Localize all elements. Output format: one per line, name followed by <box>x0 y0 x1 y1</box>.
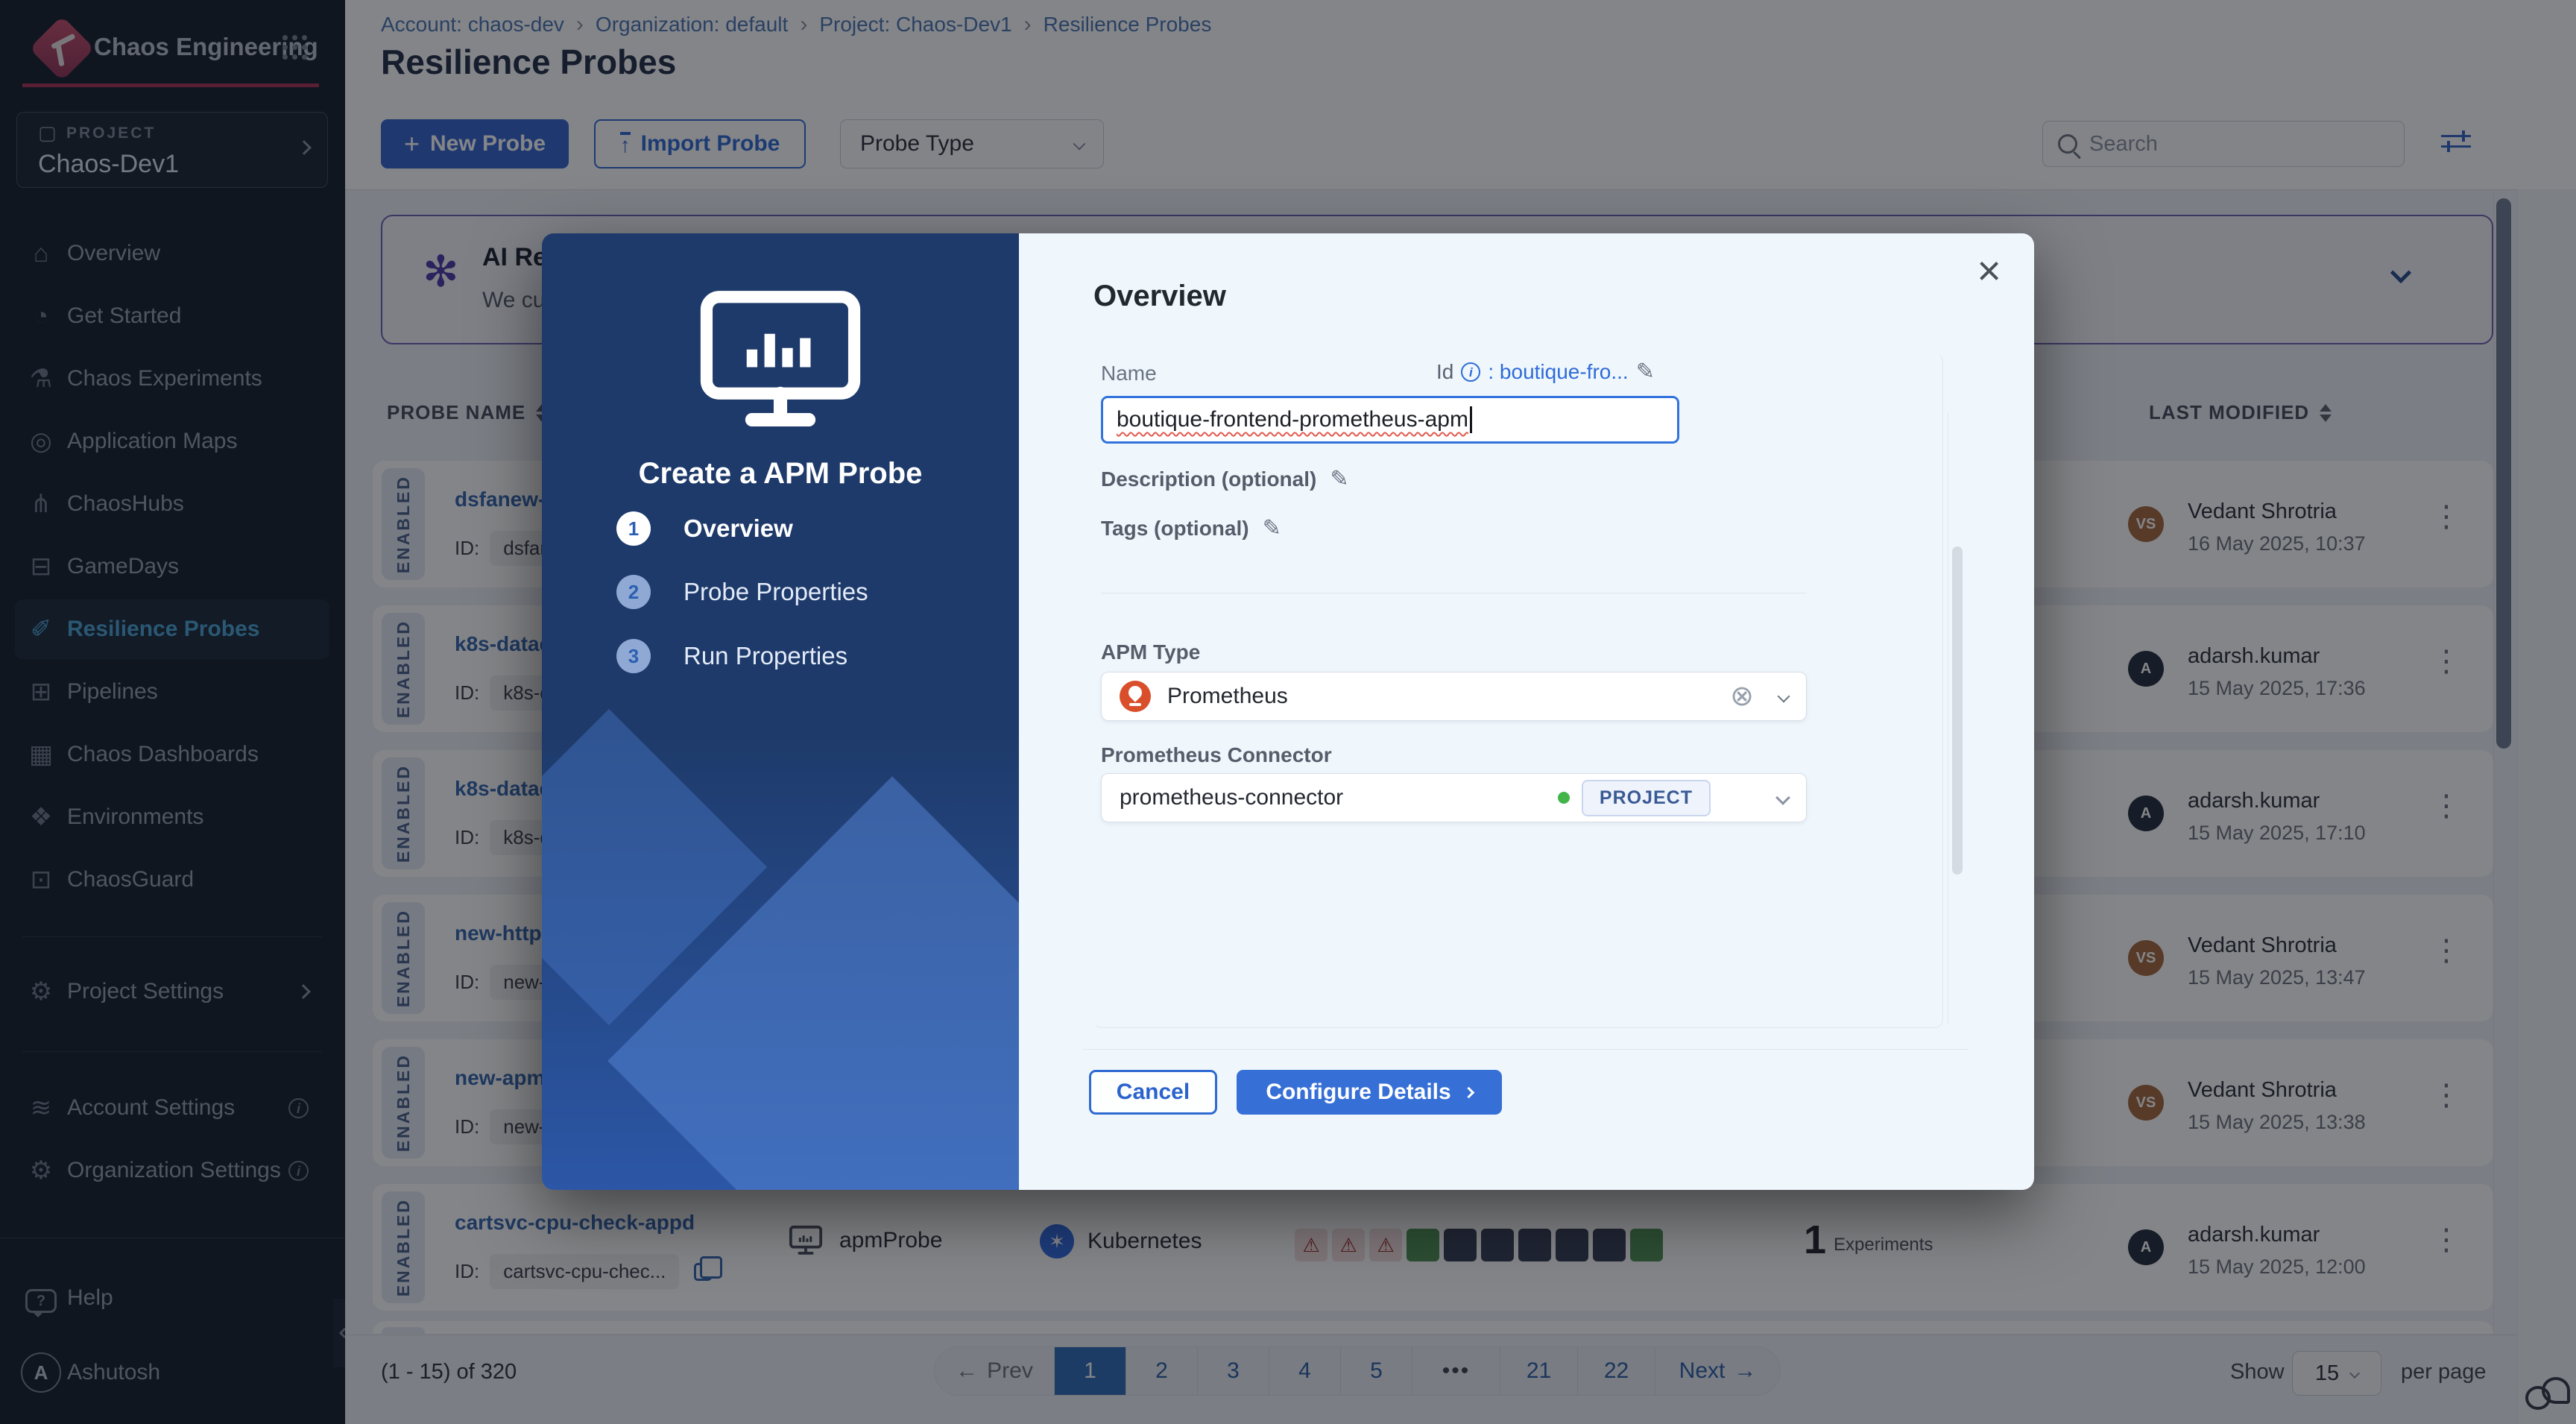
edit-id-icon[interactable]: ✎ <box>1636 359 1655 385</box>
wizard-step-probe-properties[interactable]: 2 Probe Properties <box>616 575 868 609</box>
description-row: Description (optional) ✎ <box>1101 466 1349 492</box>
chevron-right-icon <box>1462 1086 1474 1098</box>
modal-title: Create a APM Probe <box>638 457 923 490</box>
close-icon[interactable]: × <box>1977 250 2001 292</box>
wizard-step-run-properties[interactable]: 3 Run Properties <box>616 639 847 673</box>
chevron-down-icon <box>1777 690 1790 703</box>
info-icon[interactable]: i <box>1461 362 1481 382</box>
chaos-engineering-app: Chaos Engineering ▢ PROJECT Chaos-Dev1 ⌂… <box>0 0 2576 1424</box>
clear-selection-icon[interactable]: ⊗ <box>1730 682 1754 711</box>
cancel-button[interactable]: Cancel <box>1089 1070 1217 1115</box>
probe-id-value: : boutique-fro... <box>1488 359 1629 383</box>
edit-tags-icon[interactable]: ✎ <box>1263 515 1281 541</box>
configure-details-button[interactable]: Configure Details <box>1237 1070 1502 1115</box>
connector-label: Prometheus Connector <box>1101 743 1332 766</box>
edit-description-icon[interactable]: ✎ <box>1330 466 1348 492</box>
chevron-down-icon <box>1775 790 1790 805</box>
apm-type-select[interactable]: Prometheus ⊗ <box>1101 672 1807 721</box>
tags-row: Tags (optional) ✎ <box>1101 515 1281 541</box>
prometheus-icon <box>1120 681 1151 712</box>
wizard-step-overview[interactable]: 1 Overview <box>616 511 793 546</box>
modal-form-panel: × Overview Name Id i : boutique-fro... ✎… <box>1019 233 2034 1190</box>
name-label: Name <box>1101 362 1157 385</box>
probe-id-row: Id i : boutique-fro... ✎ <box>1436 359 1655 385</box>
form-heading: Overview <box>1093 280 1226 312</box>
text-caret <box>1469 406 1472 433</box>
apm-type-label: APM Type <box>1101 640 1201 664</box>
probe-name-input[interactable]: boutique-frontend-prometheus-apm <box>1101 396 1679 444</box>
connector-status-dot <box>1557 792 1570 804</box>
form-scrollbar[interactable] <box>1952 546 1963 875</box>
modal-wizard-panel: Create a APM Probe 1 Overview 2 Probe Pr… <box>542 233 1019 1190</box>
prometheus-connector-select[interactable]: prometheus-connector PROJECT <box>1101 773 1807 822</box>
form-outer-border <box>1083 1049 1969 1050</box>
apm-monitor-icon <box>700 291 861 427</box>
scope-badge: PROJECT <box>1581 779 1711 816</box>
create-apm-probe-modal: Create a APM Probe 1 Overview 2 Probe Pr… <box>542 233 2034 1190</box>
